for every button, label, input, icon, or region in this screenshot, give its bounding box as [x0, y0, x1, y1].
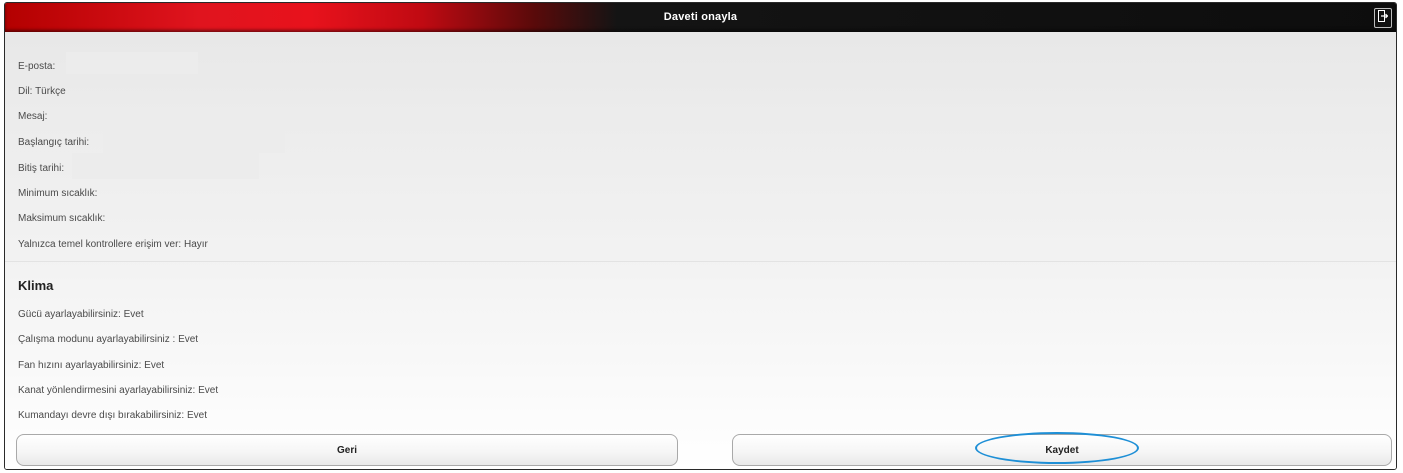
klima-vane-item: Kanat yönlendirmesini ayarlayabilirsiniz… [18, 385, 219, 396]
field-start-date: Başlangıç tarihi: [18, 137, 90, 148]
field-email: E-posta: [18, 61, 56, 72]
exit-icon [1378, 9, 1389, 27]
back-button[interactable]: Geri [16, 434, 678, 466]
klima-power-item: Gücü ayarlayabilirsiniz: Evet [18, 309, 144, 320]
email-value-redacted [66, 52, 198, 74]
field-min-temp: Minimum sıcaklık: [18, 188, 98, 199]
confirm-invite-window: Daveti onayla E-posta: Dil: Türkçe Mesaj… [4, 2, 1397, 470]
page-title: Daveti onayla [663, 11, 738, 23]
field-max-temp: Maksimum sıcaklık: [18, 213, 106, 224]
title-bar: Daveti onayla [5, 3, 1396, 32]
field-language: Dil: Türkçe [18, 86, 66, 97]
klima-mode-item: Çalışma modunu ayarlayabilirsiniz : Evet [18, 334, 199, 345]
end-date-value-redacted [72, 153, 259, 179]
klima-fan-item: Fan hızını ayarlayabilirsiniz: Evet [18, 360, 165, 371]
section-title-klima: Klima [18, 278, 54, 293]
exit-button[interactable] [1374, 8, 1392, 28]
field-basic-access: Yalnızca temel kontrollere erişim ver: H… [18, 239, 208, 250]
content-area: E-posta: Dil: Türkçe Mesaj: Başlangıç ta… [5, 32, 1396, 469]
field-message: Mesaj: [18, 111, 48, 122]
field-end-date: Bitiş tarihi: [18, 163, 65, 174]
save-button[interactable]: Kaydet [732, 434, 1392, 466]
start-date-value-redacted [103, 127, 285, 153]
klima-remote-item: Kumandayı devre dışı bırakabilirsiniz: E… [18, 410, 207, 421]
section-divider [5, 261, 1396, 262]
